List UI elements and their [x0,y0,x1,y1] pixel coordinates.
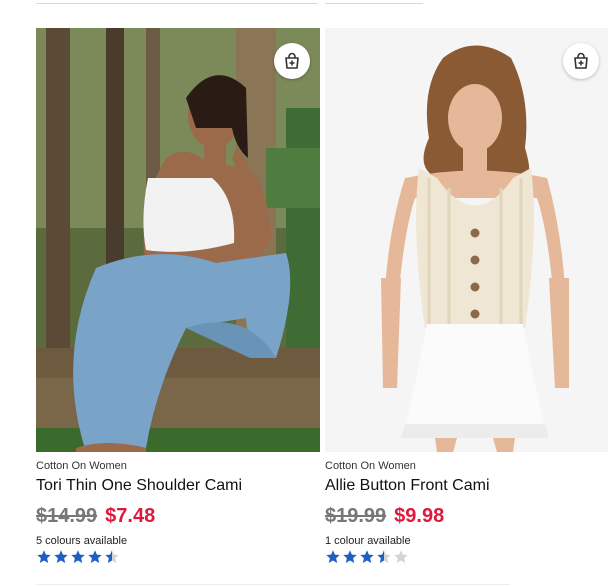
star-full-icon [343,550,357,563]
sale-price: $9.98 [394,505,445,527]
star-full-icon [88,550,102,563]
product-brand: Cotton On Women [325,460,416,472]
product-card[interactable]: Cotton On Women Allie Button Front Cami … [325,28,608,586]
product-card[interactable]: Cotton On Women Tori Thin One Shoulder C… [36,28,320,586]
star-empty-icon [394,550,408,563]
star-half-icon [105,550,119,563]
was-price: $19.99 [325,505,387,527]
star-full-icon [37,550,51,563]
shopping-bag-plus-icon [285,52,299,69]
shopping-bag-plus-icon [574,52,588,69]
star-rating [325,549,409,565]
star-full-icon [71,550,85,563]
product-title-link[interactable]: Allie Button Front Cami [325,477,490,495]
star-rating [36,549,120,565]
colours-available: 1 colour available [325,535,411,547]
sale-price: $7.48 [105,505,156,527]
add-to-bag-button[interactable] [563,43,599,79]
was-price: $14.99 [36,505,98,527]
star-full-icon [360,550,374,563]
star-full-icon [326,550,340,563]
row-divider [36,584,510,585]
product-photo-tori-cami [36,28,320,452]
product-title-link[interactable]: Tori Thin One Shoulder Cami [36,477,242,495]
product-price: $14.99 $7.48 [36,505,155,528]
star-half-icon [377,550,391,563]
star-full-icon [54,550,68,563]
product-photo-allie-cami [325,28,608,452]
add-to-bag-button[interactable] [274,43,310,79]
product-image[interactable] [325,28,608,452]
colours-available: 5 colours available [36,535,128,547]
product-brand: Cotton On Women [36,460,127,472]
previous-row-divider [0,0,608,10]
product-image[interactable] [36,28,320,452]
product-price: $19.99 $9.98 [325,505,444,528]
